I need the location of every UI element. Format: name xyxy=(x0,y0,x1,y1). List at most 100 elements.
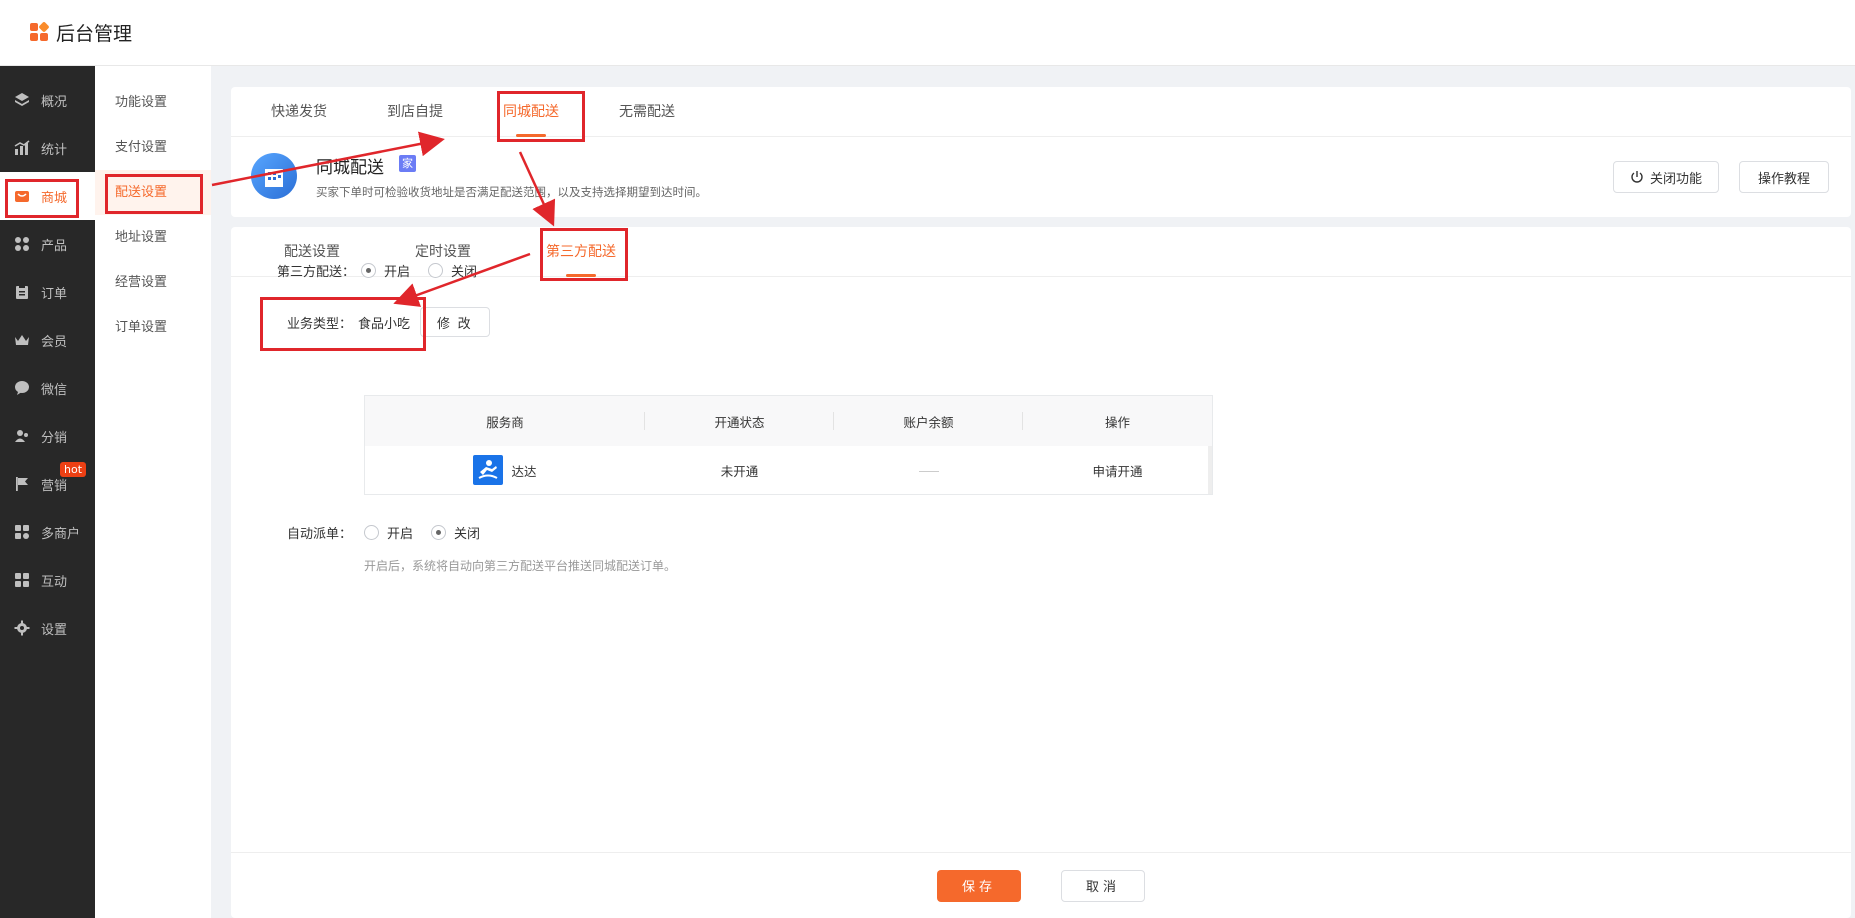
sidebar-item-label: 产品 xyxy=(41,238,68,254)
sidebar-item-label: 分销 xyxy=(41,430,68,446)
tab-no-delivery[interactable]: 无需配送 xyxy=(619,87,675,137)
radio-label: 开启 xyxy=(384,264,411,280)
form-footer: 保存 取消 xyxy=(231,852,1851,918)
balance-cell xyxy=(834,463,1023,478)
power-icon xyxy=(1631,171,1643,183)
auto-dispatch-off-radio[interactable]: 关闭 xyxy=(431,523,480,542)
auto-dispatch-label: 自动派单： xyxy=(286,526,352,542)
sidebar-item-label: 多商户 xyxy=(41,526,81,542)
building-icon xyxy=(251,153,297,199)
subnav-order-settings[interactable]: 订单设置 xyxy=(95,305,211,350)
layers-icon xyxy=(14,92,30,108)
business-type-value: 食品小吃 xyxy=(358,316,411,332)
sidebar-item-label: 概况 xyxy=(41,94,68,110)
col-balance: 账户余额 xyxy=(834,412,1023,431)
sidebar-item-shop[interactable]: 商城 xyxy=(0,172,95,220)
subnav-address-settings[interactable]: 地址设置 xyxy=(95,215,211,260)
sidebar-item-settings[interactable]: 设置 xyxy=(0,604,95,652)
tutorial-button[interactable]: 操作教程 xyxy=(1739,161,1829,193)
tab-local-delivery[interactable]: 同城配送 xyxy=(503,87,559,137)
users-icon xyxy=(14,428,30,444)
sidebar-item-label: 设置 xyxy=(41,622,68,638)
sidebar-item-overview[interactable]: 概况 xyxy=(0,76,95,124)
top-header: 后台管理 xyxy=(0,0,1855,66)
sidebar-item-order[interactable]: 订单 xyxy=(0,268,95,316)
main-sidebar: 概况 统计 商城 产品 订单 会员 微信 分销 营销 hot 多商户 互动 设置 xyxy=(0,66,95,918)
col-status: 开通状态 xyxy=(645,412,834,431)
radio-label: 关闭 xyxy=(451,264,478,280)
provider-cell: 达达 xyxy=(365,455,645,485)
sidebar-item-label: 互动 xyxy=(41,574,68,590)
sidebar-item-label: 微信 xyxy=(41,382,68,398)
app-logo-icon xyxy=(30,20,50,43)
close-feature-button[interactable]: 关闭功能 xyxy=(1613,161,1719,193)
subnav-delivery-settings[interactable]: 配送设置 xyxy=(95,170,211,215)
cancel-button[interactable]: 取消 xyxy=(1061,869,1145,902)
gear-icon xyxy=(14,620,30,636)
sidebar-item-label: 订单 xyxy=(41,286,68,302)
auto-dispatch-on-radio[interactable]: 开启 xyxy=(364,523,413,542)
sidebar-item-multi-merchant[interactable]: 多商户 xyxy=(0,508,95,556)
sidebar-item-wechat[interactable]: 微信 xyxy=(0,364,95,412)
third-party-off-radio[interactable]: 关闭 xyxy=(428,261,477,280)
provider-name: 达达 xyxy=(511,463,537,479)
hot-badge: hot xyxy=(60,462,87,477)
subnav-payment-settings[interactable]: 支付设置 xyxy=(95,125,211,170)
auto-dispatch-hint: 开启后，系统将自动向第三方配送平台推送同城配送订单。 xyxy=(364,559,677,573)
tab-third-party-delivery[interactable]: 第三方配送 xyxy=(546,227,616,277)
delivery-mode-card: 快递发货 到店自提 同城配送 无需配送 同城配送 家 买家下单时可检验收货地址是… xyxy=(231,87,1851,217)
store-icon xyxy=(14,524,30,540)
subnav-function-settings[interactable]: 功能设置 xyxy=(95,80,211,125)
settings-card: 配送设置 定时设置 第三方配送 第三方配送： 开启 关闭 业务类型： 食品小吃 … xyxy=(231,227,1851,918)
table-header: 服务商 开通状态 账户余额 操作 xyxy=(365,396,1212,446)
dada-logo-icon xyxy=(473,455,504,485)
delivery-mode-tabs: 快递发货 到店自提 同城配送 无需配送 xyxy=(231,87,1851,137)
apply-open-link[interactable]: 申请开通 xyxy=(1023,461,1212,480)
shop-icon xyxy=(14,188,30,204)
sidebar-item-stats[interactable]: 统计 xyxy=(0,124,95,172)
subnav-business-settings[interactable]: 经营设置 xyxy=(95,260,211,305)
provider-table: 服务商 开通状态 账户余额 操作 达达 未开通 申请开通 xyxy=(364,395,1213,495)
sidebar-item-label: 商城 xyxy=(41,190,68,206)
radio-label: 关闭 xyxy=(454,526,481,542)
status-cell: 未开通 xyxy=(720,463,759,479)
sidebar-item-member[interactable]: 会员 xyxy=(0,316,95,364)
close-feature-label: 关闭功能 xyxy=(1649,170,1702,186)
save-button[interactable]: 保存 xyxy=(937,869,1021,902)
wechat-icon xyxy=(14,380,30,396)
table-row: 达达 未开通 申请开通 xyxy=(365,446,1212,494)
feature-description: 买家下单时可检验收货地址是否满足配送范围，以及支持选择期望到达时间。 xyxy=(316,185,707,199)
sidebar-item-marketing[interactable]: 营销 hot xyxy=(0,460,95,508)
table-scrollbar[interactable] xyxy=(1208,446,1212,494)
business-type-row: 业务类型： 食品小吃 修 改 xyxy=(231,306,490,338)
apps-icon xyxy=(14,572,30,588)
third-party-row: 第三方配送： 开启 关闭 xyxy=(231,255,495,285)
sidebar-item-interaction[interactable]: 互动 xyxy=(0,556,95,604)
sub-sidebar: 功能设置 支付设置 配送设置 地址设置 经营设置 订单设置 xyxy=(95,66,211,918)
tab-express[interactable]: 快递发货 xyxy=(271,87,327,137)
auto-dispatch-row: 自动派单： 开启 关闭 xyxy=(231,517,498,547)
chart-icon xyxy=(14,140,30,156)
crown-icon xyxy=(14,332,30,348)
col-action: 操作 xyxy=(1104,414,1130,430)
empty-dash xyxy=(918,470,939,472)
grid-icon xyxy=(14,236,30,252)
sidebar-item-distribution[interactable]: 分销 xyxy=(0,412,95,460)
sidebar-item-label: 会员 xyxy=(41,334,68,350)
flag-icon xyxy=(14,476,30,492)
col-provider: 服务商 xyxy=(365,412,645,431)
sidebar-item-product[interactable]: 产品 xyxy=(0,220,95,268)
radio-label: 开启 xyxy=(387,526,414,542)
feature-title: 同城配送 xyxy=(316,158,384,178)
feature-tag: 家 xyxy=(399,155,416,172)
sidebar-item-label: 统计 xyxy=(41,142,68,158)
sidebar-item-label: 营销 xyxy=(41,478,68,494)
business-type-label: 业务类型： xyxy=(286,316,352,332)
tab-pickup[interactable]: 到店自提 xyxy=(387,87,443,137)
feature-header: 同城配送 家 买家下单时可检验收货地址是否满足配送范围，以及支持选择期望到达时间… xyxy=(231,137,1851,217)
third-party-on-radio[interactable]: 开启 xyxy=(361,261,410,280)
third-party-label: 第三方配送： xyxy=(276,264,355,280)
app-title: 后台管理 xyxy=(56,23,133,45)
edit-business-type-button[interactable]: 修 改 xyxy=(420,307,490,337)
clipboard-icon xyxy=(14,284,30,300)
